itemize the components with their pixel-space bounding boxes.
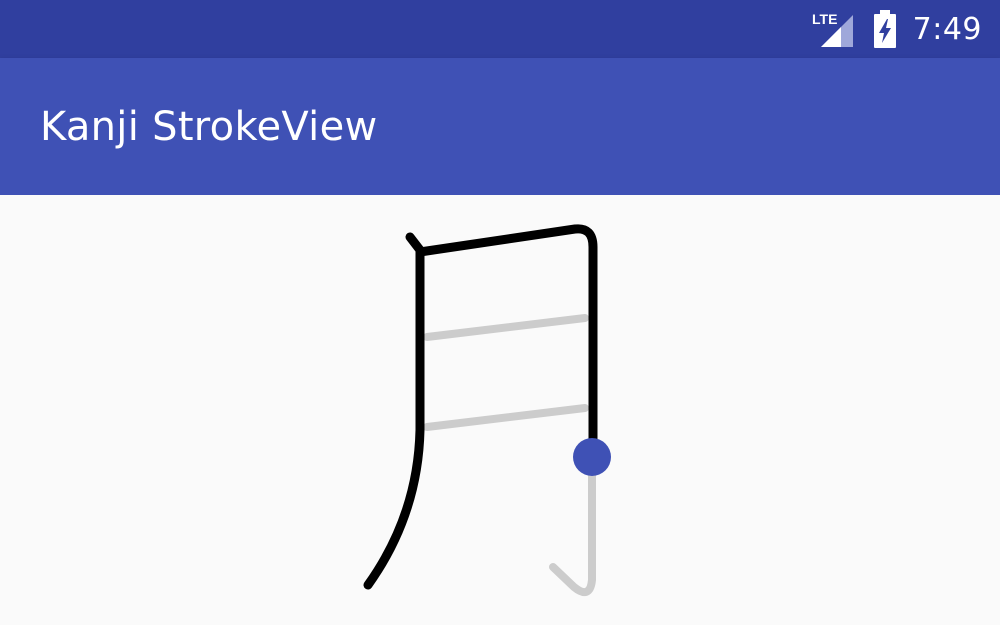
pending-stroke-horizontal-bottom [423,404,589,431]
battery-charging-icon [873,10,896,48]
app-bar: Kanji StrokeView [0,58,1000,195]
lte-signal-icon: LTE [812,11,853,47]
kanji-stroke-view[interactable] [0,195,1000,625]
app-title: Kanji StrokeView [40,104,378,150]
pending-stroke-hook-tail [549,453,596,597]
stroke-progress-cursor[interactable] [573,438,611,476]
drawn-stroke-left-sweep [363,232,425,590]
network-label: LTE [812,11,837,27]
status-bar: LTE 7:49 [0,0,1000,58]
pending-stroke-horizontal-top [423,314,589,341]
status-icons: LTE 7:49 [811,0,982,58]
status-time: 7:49 [912,11,982,47]
main-content [0,195,1000,625]
